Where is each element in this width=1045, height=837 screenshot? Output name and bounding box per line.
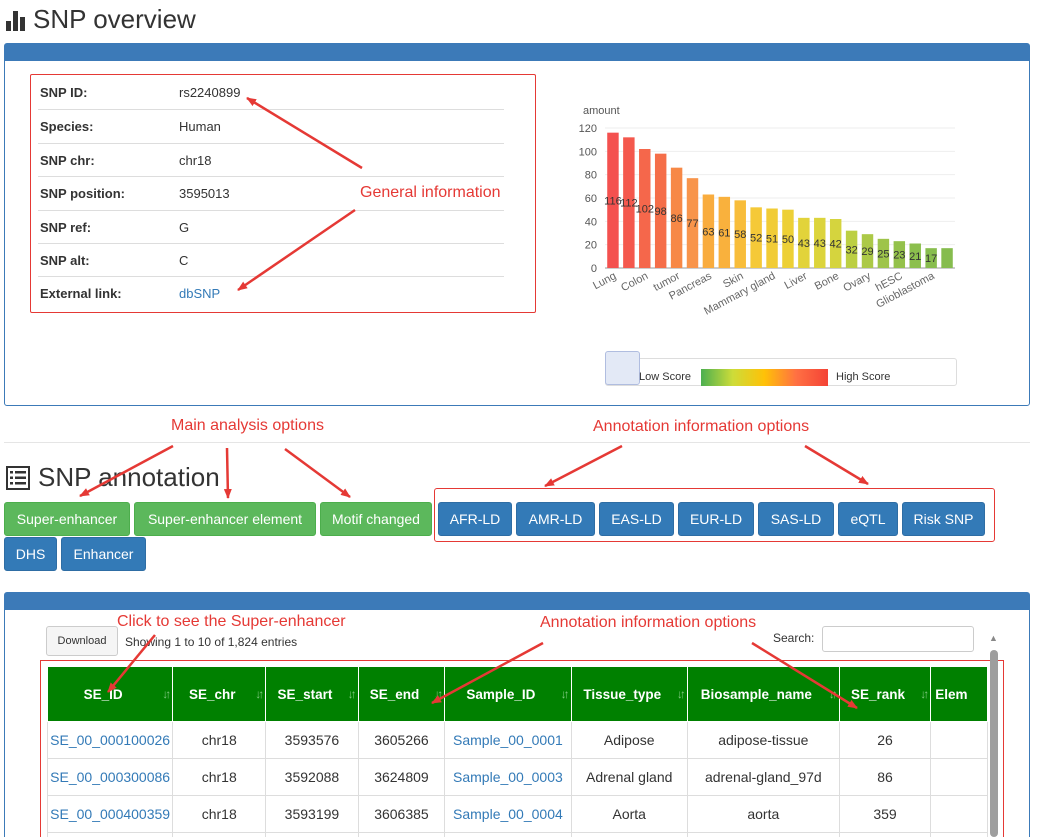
annotation-arrows <box>79 96 869 710</box>
arrow-to-snp-id <box>246 96 363 170</box>
arrow-to-super-enhancer <box>79 444 174 498</box>
arrow-to-se-end <box>431 641 544 705</box>
arrow-to-motif <box>284 447 351 499</box>
arrow-to-ld-options <box>544 444 623 488</box>
arrow-to-risk-options <box>804 444 869 486</box>
arrow-to-dbsnp <box>237 208 356 292</box>
arrow-to-se-element <box>223 447 232 499</box>
arrow-to-se-rank <box>751 641 858 710</box>
arrow-to-se-id <box>107 634 156 693</box>
